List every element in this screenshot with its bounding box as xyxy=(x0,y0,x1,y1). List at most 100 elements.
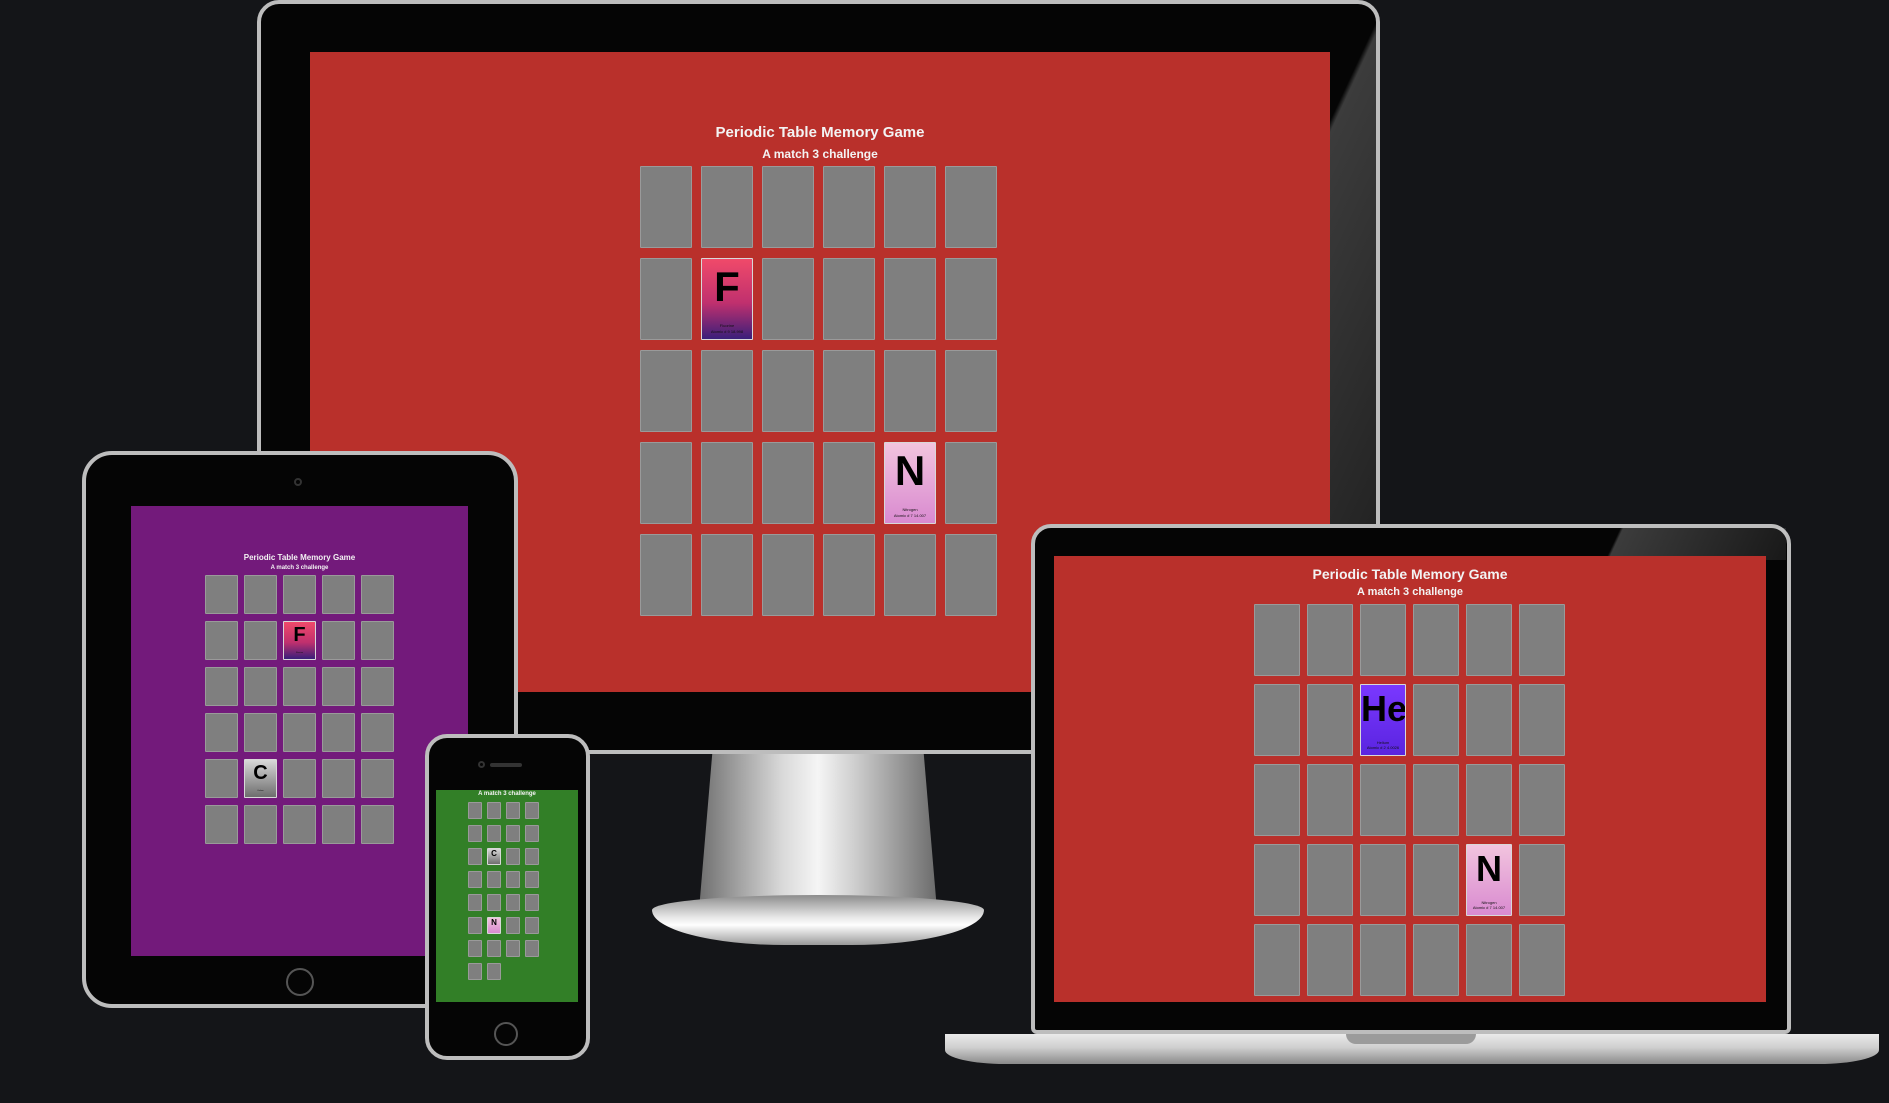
card-back[interactable] xyxy=(1307,684,1353,756)
card-back[interactable] xyxy=(283,713,316,752)
card-back[interactable] xyxy=(1519,604,1565,676)
card-back[interactable] xyxy=(244,575,277,614)
card-back[interactable] xyxy=(1413,764,1459,836)
card-back[interactable] xyxy=(701,166,753,248)
card-back[interactable] xyxy=(205,667,238,706)
element-card-n[interactable]: N Nitrogen Atomic # 7 14.007 xyxy=(1466,844,1512,916)
card-back[interactable] xyxy=(468,940,482,957)
card-back[interactable] xyxy=(823,350,875,432)
card-back[interactable] xyxy=(506,871,520,888)
card-back[interactable] xyxy=(1307,924,1353,996)
card-back[interactable] xyxy=(506,894,520,911)
tablet-home-button[interactable] xyxy=(286,968,314,996)
card-back[interactable] xyxy=(1360,844,1406,916)
card-back[interactable] xyxy=(487,940,501,957)
card-back[interactable] xyxy=(506,848,520,865)
element-card-c[interactable]: C xyxy=(487,848,501,865)
card-back[interactable] xyxy=(1307,844,1353,916)
card-back[interactable] xyxy=(884,258,936,340)
card-back[interactable] xyxy=(487,871,501,888)
card-back[interactable] xyxy=(244,621,277,660)
card-back[interactable] xyxy=(884,350,936,432)
card-back[interactable] xyxy=(361,667,394,706)
card-back[interactable] xyxy=(506,825,520,842)
card-back[interactable] xyxy=(945,534,997,616)
card-back[interactable] xyxy=(762,258,814,340)
card-back[interactable] xyxy=(762,166,814,248)
card-back[interactable] xyxy=(468,871,482,888)
card-back[interactable] xyxy=(205,575,238,614)
card-back[interactable] xyxy=(244,713,277,752)
card-back[interactable] xyxy=(884,166,936,248)
card-back[interactable] xyxy=(322,575,355,614)
card-back[interactable] xyxy=(525,940,539,957)
card-back[interactable] xyxy=(762,442,814,524)
card-back[interactable] xyxy=(701,442,753,524)
card-back[interactable] xyxy=(1360,764,1406,836)
card-back[interactable] xyxy=(1413,844,1459,916)
card-back[interactable] xyxy=(525,848,539,865)
card-back[interactable] xyxy=(1413,604,1459,676)
card-back[interactable] xyxy=(468,963,482,980)
card-back[interactable] xyxy=(640,166,692,248)
card-back[interactable] xyxy=(244,805,277,844)
card-back[interactable] xyxy=(884,534,936,616)
card-back[interactable] xyxy=(361,805,394,844)
card-back[interactable] xyxy=(823,442,875,524)
phone-home-button[interactable] xyxy=(494,1022,518,1046)
card-back[interactable] xyxy=(487,802,501,819)
element-card-f[interactable]: F Fluorine Atomic # 9 18.998 xyxy=(701,258,753,340)
card-back[interactable] xyxy=(487,963,501,980)
card-back[interactable] xyxy=(823,258,875,340)
card-back[interactable] xyxy=(945,166,997,248)
card-back[interactable] xyxy=(525,894,539,911)
card-back[interactable] xyxy=(283,759,316,798)
card-back[interactable] xyxy=(525,917,539,934)
element-card-f[interactable]: F Fluorine xyxy=(283,621,316,660)
card-back[interactable] xyxy=(823,534,875,616)
card-back[interactable] xyxy=(1254,604,1300,676)
card-back[interactable] xyxy=(468,917,482,934)
card-back[interactable] xyxy=(1519,844,1565,916)
card-back[interactable] xyxy=(1466,764,1512,836)
card-back[interactable] xyxy=(361,621,394,660)
card-back[interactable] xyxy=(1466,604,1512,676)
card-back[interactable] xyxy=(468,848,482,865)
card-back[interactable] xyxy=(525,802,539,819)
card-back[interactable] xyxy=(525,871,539,888)
card-back[interactable] xyxy=(361,713,394,752)
card-back[interactable] xyxy=(205,759,238,798)
card-back[interactable] xyxy=(1254,684,1300,756)
card-back[interactable] xyxy=(1413,924,1459,996)
card-back[interactable] xyxy=(322,713,355,752)
card-back[interactable] xyxy=(1254,844,1300,916)
card-back[interactable] xyxy=(468,802,482,819)
card-back[interactable] xyxy=(762,534,814,616)
card-back[interactable] xyxy=(283,667,316,706)
card-back[interactable] xyxy=(640,350,692,432)
card-back[interactable] xyxy=(945,442,997,524)
card-back[interactable] xyxy=(1519,924,1565,996)
card-back[interactable] xyxy=(945,350,997,432)
card-back[interactable] xyxy=(525,825,539,842)
card-back[interactable] xyxy=(322,667,355,706)
card-back[interactable] xyxy=(468,894,482,911)
card-back[interactable] xyxy=(205,621,238,660)
card-back[interactable] xyxy=(506,940,520,957)
card-back[interactable] xyxy=(468,825,482,842)
card-back[interactable] xyxy=(322,805,355,844)
card-back[interactable] xyxy=(701,534,753,616)
element-card-he[interactable]: He Helium Atomic # 2 4.0026 xyxy=(1360,684,1406,756)
card-back[interactable] xyxy=(640,442,692,524)
element-card-n[interactable]: N xyxy=(487,917,501,934)
card-back[interactable] xyxy=(1254,924,1300,996)
card-back[interactable] xyxy=(322,621,355,660)
card-back[interactable] xyxy=(487,825,501,842)
card-back[interactable] xyxy=(1519,764,1565,836)
card-back[interactable] xyxy=(205,713,238,752)
card-back[interactable] xyxy=(1413,684,1459,756)
card-back[interactable] xyxy=(506,802,520,819)
card-back[interactable] xyxy=(945,258,997,340)
card-back[interactable] xyxy=(640,258,692,340)
card-back[interactable] xyxy=(283,575,316,614)
